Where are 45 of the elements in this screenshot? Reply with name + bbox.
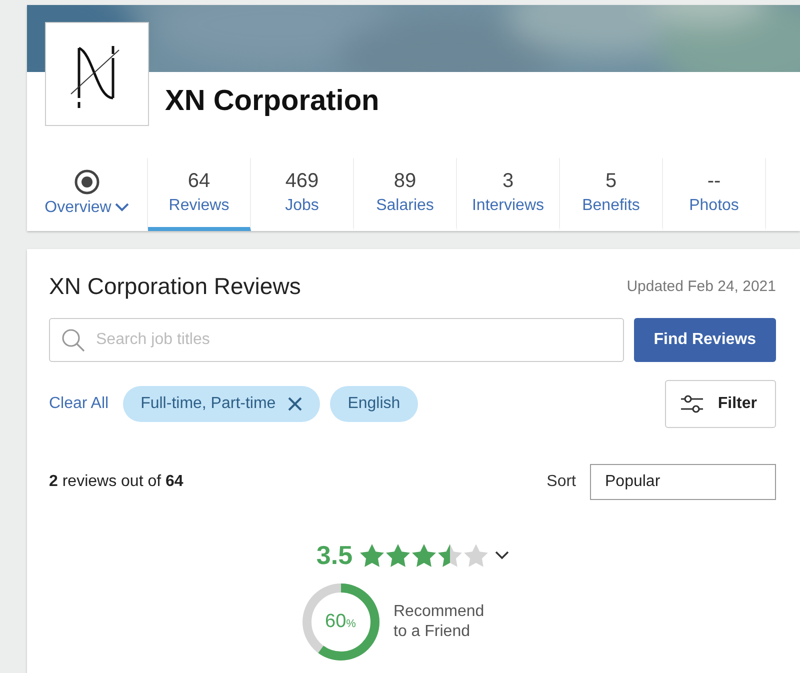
nav-tab[interactable]: 5 Benefits bbox=[560, 158, 663, 231]
nav-tab[interactable]: -- Photos bbox=[663, 158, 766, 231]
filter-button[interactable]: Filter bbox=[664, 380, 776, 428]
chevron-icon bbox=[115, 203, 130, 212]
company-name: XN Corporation bbox=[165, 85, 380, 118]
tab-label: Jobs bbox=[285, 197, 319, 215]
nav-tab[interactable]: 469 Jobs bbox=[251, 158, 354, 231]
star-icon bbox=[436, 542, 463, 568]
updated-date: Updated Feb 24, 2021 bbox=[626, 278, 776, 295]
tab-label: Overview bbox=[44, 198, 112, 216]
star-icon bbox=[410, 542, 437, 568]
star-icon bbox=[358, 542, 385, 568]
review-count: 2 reviews out of 64 bbox=[49, 473, 184, 491]
rating-value: 3.5 bbox=[316, 540, 353, 571]
chevron-icon bbox=[494, 551, 509, 560]
filter-chip[interactable]: English bbox=[330, 386, 418, 422]
tab-label: Benefits bbox=[582, 197, 640, 215]
recommend-percent: 60% bbox=[325, 611, 356, 633]
search-field[interactable]: Search job titles bbox=[49, 318, 624, 362]
nav-tab[interactable]: 64 Reviews bbox=[148, 158, 251, 231]
star-icon bbox=[462, 542, 489, 568]
tab-label: Interviews bbox=[472, 197, 544, 215]
nav-tab[interactable]: Overview bbox=[27, 158, 148, 231]
tab-count: 469 bbox=[285, 170, 319, 193]
tab-count: -- bbox=[707, 170, 721, 193]
tab-count: 3 bbox=[502, 170, 514, 193]
tab-label: Reviews bbox=[168, 197, 230, 215]
sliders-icon bbox=[680, 395, 704, 413]
tab-label: Salaries bbox=[376, 197, 434, 215]
tab-label: Photos bbox=[689, 197, 739, 215]
nav-tab[interactable]: 3 Interviews bbox=[457, 158, 560, 231]
close-icon[interactable] bbox=[288, 397, 302, 411]
tab-count: 5 bbox=[605, 170, 617, 193]
tab-count: 89 bbox=[394, 170, 416, 193]
sort-label: Sort bbox=[546, 473, 576, 491]
nav-tab[interactable]: 89 Salaries bbox=[354, 158, 457, 231]
clear-all-link[interactable]: Clear All bbox=[49, 395, 109, 413]
sort-dropdown[interactable]: Popular bbox=[590, 464, 776, 500]
star-icon bbox=[384, 542, 411, 568]
section-title: XN Corporation Reviews bbox=[49, 273, 302, 300]
recommend-label: Recommend to a Friend bbox=[394, 602, 486, 642]
find-reviews-button[interactable]: Find Reviews bbox=[634, 318, 776, 362]
tab-count: 64 bbox=[188, 170, 210, 193]
target-icon bbox=[74, 168, 100, 194]
filter-chip[interactable]: Full-time, Part-time bbox=[122, 386, 320, 422]
